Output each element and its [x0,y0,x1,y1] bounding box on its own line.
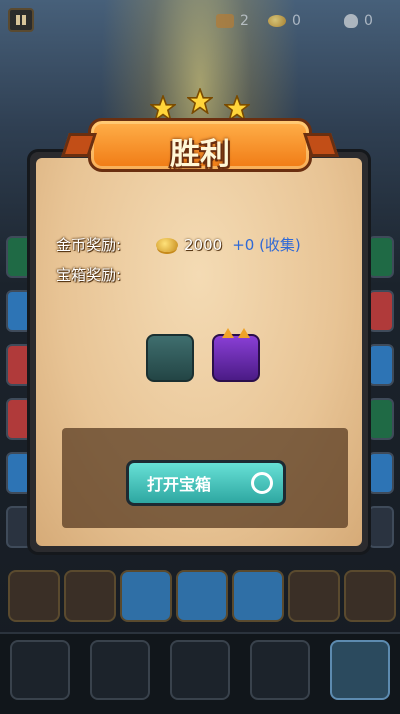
skill-slot[interactable] [10,640,70,700]
board-tile [368,452,394,494]
skill-slot[interactable] [90,640,150,700]
purple-chest-icon [212,328,260,382]
board-tile [6,290,32,332]
star-icon [185,86,215,115]
skill-slot[interactable] [170,640,230,700]
coin-reward: 2000 +0 (收集) [156,234,301,255]
chest-reward-label: 宝箱奖励: [56,266,122,284]
key-icon [251,472,273,494]
board-tile [6,236,32,278]
board-tile [64,570,116,622]
coin-reward-label: 金币奖励: [56,236,122,254]
victory-panel: 金币奖励: 2000 +0 (收集) 宝箱奖励: 打开宝箱 [30,152,368,552]
open-chest-button[interactable]: 打开宝箱 [126,460,286,506]
coin-icon [156,237,178,252]
panel-paper: 金币奖励: 2000 +0 (收集) 宝箱奖励: 打开宝箱 [36,158,362,546]
board-tile [288,570,340,622]
board-tile [368,398,394,440]
board-tile [6,344,32,386]
victory-banner: 胜利 [88,118,312,172]
board-tile [6,398,32,440]
green-chest-icon [146,334,194,382]
board-tile [368,236,394,278]
open-chest-label: 打开宝箱 [147,475,212,494]
coin-reward-amount: 2000 [184,235,223,254]
top-bar: 2 0 0 [0,0,400,42]
board-tile [6,452,32,494]
victory-title: 胜利 [170,137,230,172]
board-tile [368,506,394,548]
coin-counter: 0 [268,12,301,30]
box-icon [216,14,234,28]
coin-count: 0 [292,13,301,29]
skull-counter: 0 [344,12,373,30]
board-tile [368,344,394,386]
coin-reward-bonus: +0 (收集) [232,236,301,254]
board-tile [368,290,394,332]
pause-button[interactable] [8,8,34,32]
board-tile [8,570,60,622]
coin-icon [268,15,286,27]
board-tile [120,570,172,622]
box-counter: 2 [216,12,249,30]
skill-slot[interactable] [330,640,390,700]
board-tile [6,506,32,548]
board-tile [176,570,228,622]
board-tile [232,570,284,622]
box-count: 2 [240,13,249,29]
board-tile [344,570,396,622]
skull-icon [344,14,358,28]
skill-slot[interactable] [250,640,310,700]
skull-count: 0 [364,13,373,29]
